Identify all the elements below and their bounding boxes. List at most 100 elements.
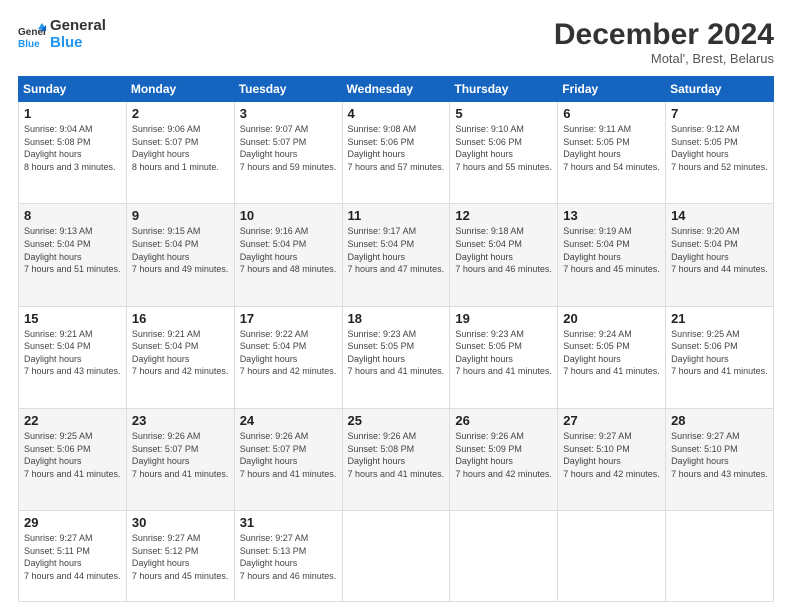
- table-row: 12 Sunrise: 9:18 AM Sunset: 5:04 PM Dayl…: [450, 204, 558, 306]
- day-number: 22: [24, 413, 121, 428]
- col-saturday: Saturday: [666, 77, 774, 102]
- day-detail: Sunrise: 9:21 AM Sunset: 5:04 PM Dayligh…: [24, 328, 121, 378]
- day-number: 31: [240, 515, 337, 530]
- table-row: 20 Sunrise: 9:24 AM Sunset: 5:05 PM Dayl…: [558, 306, 666, 408]
- day-detail: Sunrise: 9:24 AM Sunset: 5:05 PM Dayligh…: [563, 328, 660, 378]
- table-row: 10 Sunrise: 9:16 AM Sunset: 5:04 PM Dayl…: [234, 204, 342, 306]
- day-number: 21: [671, 311, 768, 326]
- table-row: 3 Sunrise: 9:07 AM Sunset: 5:07 PM Dayli…: [234, 102, 342, 204]
- day-detail: Sunrise: 9:07 AM Sunset: 5:07 PM Dayligh…: [240, 123, 337, 173]
- page: General Blue General Blue December 2024 …: [0, 0, 792, 612]
- table-row: 23 Sunrise: 9:26 AM Sunset: 5:07 PM Dayl…: [126, 408, 234, 510]
- calendar-title: December 2024: [554, 18, 774, 51]
- day-number: 2: [132, 106, 229, 121]
- day-detail: Sunrise: 9:10 AM Sunset: 5:06 PM Dayligh…: [455, 123, 552, 173]
- day-number: 17: [240, 311, 337, 326]
- day-number: 18: [348, 311, 445, 326]
- day-detail: Sunrise: 9:27 AM Sunset: 5:12 PM Dayligh…: [132, 532, 229, 582]
- day-detail: Sunrise: 9:25 AM Sunset: 5:06 PM Dayligh…: [24, 430, 121, 480]
- day-detail: Sunrise: 9:27 AM Sunset: 5:11 PM Dayligh…: [24, 532, 121, 582]
- table-row: 15 Sunrise: 9:21 AM Sunset: 5:04 PM Dayl…: [19, 306, 127, 408]
- day-detail: Sunrise: 9:26 AM Sunset: 5:07 PM Dayligh…: [132, 430, 229, 480]
- day-number: 3: [240, 106, 337, 121]
- day-number: 16: [132, 311, 229, 326]
- table-row: 18 Sunrise: 9:23 AM Sunset: 5:05 PM Dayl…: [342, 306, 450, 408]
- day-number: 25: [348, 413, 445, 428]
- table-row: 1 Sunrise: 9:04 AM Sunset: 5:08 PM Dayli…: [19, 102, 127, 204]
- day-number: 20: [563, 311, 660, 326]
- col-sunday: Sunday: [19, 77, 127, 102]
- table-row: 28 Sunrise: 9:27 AM Sunset: 5:10 PM Dayl…: [666, 408, 774, 510]
- day-detail: Sunrise: 9:06 AM Sunset: 5:07 PM Dayligh…: [132, 123, 229, 173]
- table-row: 29 Sunrise: 9:27 AM Sunset: 5:11 PM Dayl…: [19, 511, 127, 602]
- col-thursday: Thursday: [450, 77, 558, 102]
- day-number: 8: [24, 208, 121, 223]
- logo: General Blue General Blue: [18, 18, 106, 51]
- day-number: 29: [24, 515, 121, 530]
- day-number: 7: [671, 106, 768, 121]
- header: General Blue General Blue December 2024 …: [18, 18, 774, 66]
- table-row: 11 Sunrise: 9:17 AM Sunset: 5:04 PM Dayl…: [342, 204, 450, 306]
- day-detail: Sunrise: 9:15 AM Sunset: 5:04 PM Dayligh…: [132, 225, 229, 275]
- table-row: 24 Sunrise: 9:26 AM Sunset: 5:07 PM Dayl…: [234, 408, 342, 510]
- day-number: 27: [563, 413, 660, 428]
- table-row: 22 Sunrise: 9:25 AM Sunset: 5:06 PM Dayl…: [19, 408, 127, 510]
- table-row: [342, 511, 450, 602]
- table-row: 2 Sunrise: 9:06 AM Sunset: 5:07 PM Dayli…: [126, 102, 234, 204]
- logo-icon: General Blue: [18, 21, 46, 49]
- table-row: 7 Sunrise: 9:12 AM Sunset: 5:05 PM Dayli…: [666, 102, 774, 204]
- day-number: 26: [455, 413, 552, 428]
- day-detail: Sunrise: 9:23 AM Sunset: 5:05 PM Dayligh…: [348, 328, 445, 378]
- day-detail: Sunrise: 9:27 AM Sunset: 5:13 PM Dayligh…: [240, 532, 337, 582]
- table-row: 16 Sunrise: 9:21 AM Sunset: 5:04 PM Dayl…: [126, 306, 234, 408]
- day-detail: Sunrise: 9:25 AM Sunset: 5:06 PM Dayligh…: [671, 328, 768, 378]
- day-detail: Sunrise: 9:27 AM Sunset: 5:10 PM Dayligh…: [671, 430, 768, 480]
- day-number: 5: [455, 106, 552, 121]
- table-row: 19 Sunrise: 9:23 AM Sunset: 5:05 PM Dayl…: [450, 306, 558, 408]
- table-row: 31 Sunrise: 9:27 AM Sunset: 5:13 PM Dayl…: [234, 511, 342, 602]
- day-number: 14: [671, 208, 768, 223]
- table-row: 9 Sunrise: 9:15 AM Sunset: 5:04 PM Dayli…: [126, 204, 234, 306]
- svg-text:Blue: Blue: [18, 39, 40, 49]
- table-row: [558, 511, 666, 602]
- day-number: 15: [24, 311, 121, 326]
- day-number: 4: [348, 106, 445, 121]
- day-detail: Sunrise: 9:13 AM Sunset: 5:04 PM Dayligh…: [24, 225, 121, 275]
- col-monday: Monday: [126, 77, 234, 102]
- table-row: 26 Sunrise: 9:26 AM Sunset: 5:09 PM Dayl…: [450, 408, 558, 510]
- table-row: 17 Sunrise: 9:22 AM Sunset: 5:04 PM Dayl…: [234, 306, 342, 408]
- day-detail: Sunrise: 9:04 AM Sunset: 5:08 PM Dayligh…: [24, 123, 121, 173]
- day-detail: Sunrise: 9:20 AM Sunset: 5:04 PM Dayligh…: [671, 225, 768, 275]
- calendar-table: Sunday Monday Tuesday Wednesday Thursday…: [18, 76, 774, 602]
- col-tuesday: Tuesday: [234, 77, 342, 102]
- day-detail: Sunrise: 9:23 AM Sunset: 5:05 PM Dayligh…: [455, 328, 552, 378]
- day-detail: Sunrise: 9:26 AM Sunset: 5:09 PM Dayligh…: [455, 430, 552, 480]
- day-number: 10: [240, 208, 337, 223]
- day-detail: Sunrise: 9:17 AM Sunset: 5:04 PM Dayligh…: [348, 225, 445, 275]
- day-number: 12: [455, 208, 552, 223]
- day-number: 28: [671, 413, 768, 428]
- day-detail: Sunrise: 9:21 AM Sunset: 5:04 PM Dayligh…: [132, 328, 229, 378]
- table-row: [666, 511, 774, 602]
- logo-name-line2: Blue: [50, 35, 106, 52]
- day-number: 13: [563, 208, 660, 223]
- col-wednesday: Wednesday: [342, 77, 450, 102]
- day-number: 9: [132, 208, 229, 223]
- table-row: 13 Sunrise: 9:19 AM Sunset: 5:04 PM Dayl…: [558, 204, 666, 306]
- day-number: 1: [24, 106, 121, 121]
- table-row: [450, 511, 558, 602]
- day-detail: Sunrise: 9:11 AM Sunset: 5:05 PM Dayligh…: [563, 123, 660, 173]
- day-detail: Sunrise: 9:18 AM Sunset: 5:04 PM Dayligh…: [455, 225, 552, 275]
- title-block: December 2024 Motal', Brest, Belarus: [554, 18, 774, 66]
- day-number: 19: [455, 311, 552, 326]
- day-number: 6: [563, 106, 660, 121]
- day-detail: Sunrise: 9:27 AM Sunset: 5:10 PM Dayligh…: [563, 430, 660, 480]
- table-row: 5 Sunrise: 9:10 AM Sunset: 5:06 PM Dayli…: [450, 102, 558, 204]
- day-detail: Sunrise: 9:16 AM Sunset: 5:04 PM Dayligh…: [240, 225, 337, 275]
- day-detail: Sunrise: 9:22 AM Sunset: 5:04 PM Dayligh…: [240, 328, 337, 378]
- logo-name-line1: General: [50, 18, 106, 35]
- table-row: 4 Sunrise: 9:08 AM Sunset: 5:06 PM Dayli…: [342, 102, 450, 204]
- table-row: 6 Sunrise: 9:11 AM Sunset: 5:05 PM Dayli…: [558, 102, 666, 204]
- day-detail: Sunrise: 9:19 AM Sunset: 5:04 PM Dayligh…: [563, 225, 660, 275]
- table-row: 21 Sunrise: 9:25 AM Sunset: 5:06 PM Dayl…: [666, 306, 774, 408]
